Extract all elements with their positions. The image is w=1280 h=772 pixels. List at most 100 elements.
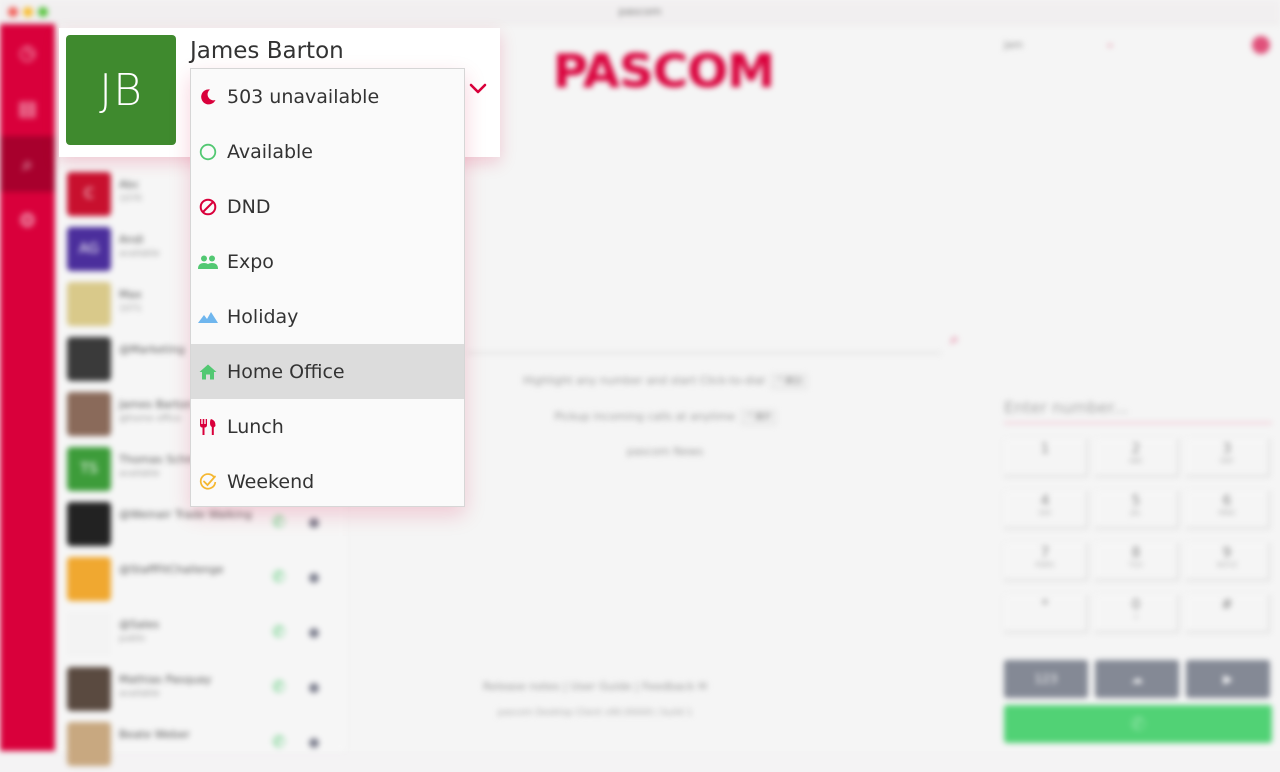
dial-key[interactable]: # <box>1186 595 1270 633</box>
sidebar-item-contacts[interactable]: ▤ <box>0 80 55 136</box>
more-options-icon[interactable] <box>309 628 319 638</box>
dial-key-digit: 6 <box>1222 493 1232 509</box>
dial-key[interactable]: * <box>1004 595 1088 633</box>
phone-icon[interactable]: ✆ <box>272 567 285 586</box>
contact-name: Beate Weber <box>119 728 190 741</box>
chevron-down-icon[interactable] <box>469 80 487 98</box>
search-icon[interactable]: ⌕ <box>950 329 959 349</box>
contact-name: @StaffFitChallenge <box>119 563 224 576</box>
dial-key[interactable]: 4 GHI <box>1004 491 1088 529</box>
contact-name: @Weinair Trade Walking <box>119 508 252 521</box>
contact-avatar <box>67 502 111 546</box>
contact-row[interactable]: Mathias Pasquay available ✆ <box>67 667 337 717</box>
sidebar-item-dashboard[interactable]: ◷ <box>0 24 55 80</box>
dial-key[interactable]: 3 DEF <box>1186 439 1270 477</box>
more-options-icon[interactable] <box>309 518 319 528</box>
home-icon <box>198 362 218 382</box>
cloud-button[interactable]: ☁ <box>1095 660 1179 698</box>
dial-key-digit: 4 <box>1040 493 1050 509</box>
circle-outline-icon <box>198 142 218 162</box>
avatar: JB <box>66 35 176 145</box>
footer-links[interactable]: Release notes | User Guide | Feedback ✉ <box>345 680 845 693</box>
people-icon <box>198 252 218 272</box>
prohibited-icon <box>198 197 218 217</box>
contact-avatar <box>67 612 111 656</box>
contact-name: @Sales <box>119 618 160 631</box>
status-option-503-unavailable[interactable]: 503 unavailable <box>191 69 464 124</box>
sidebar-item-settings[interactable]: ⚙ <box>0 192 55 248</box>
status-dropdown: 503 unavailable Available DND Expo Holid… <box>190 68 465 507</box>
phone-icon[interactable]: ✆ <box>272 622 285 641</box>
dial-key[interactable]: 0 + <box>1095 595 1179 633</box>
notification-dot[interactable] <box>1252 36 1270 54</box>
status-option-expo[interactable]: Expo <box>191 234 464 289</box>
dial-key-digit: * <box>1041 597 1049 613</box>
keypad-toggle-button[interactable]: 123 <box>1004 660 1088 698</box>
phone-icon[interactable]: ✆ <box>272 677 285 696</box>
status-option-available[interactable]: Available <box>191 124 464 179</box>
phone-icon: ✆ <box>1130 713 1146 735</box>
dial-key-letters: + <box>1133 613 1139 621</box>
contact-row[interactable]: @StaffFitChallenge ✆ <box>67 557 337 607</box>
sidebar: ◷ ▤ ⌕ ⚙ <box>0 24 55 751</box>
address-card-icon: ▤ <box>18 96 37 120</box>
contact-row[interactable]: @Weinair Trade Walking ✆ <box>67 502 337 552</box>
dialer-panel: Jam ⌄ Enter number... 1 2 ABC 3 DEF 4 GHI 5 JKL 6… <box>990 24 1280 751</box>
contact-avatar: TS <box>67 447 111 491</box>
contact-status: available <box>119 249 160 259</box>
top-user-label[interactable]: Jam <box>1004 40 1023 51</box>
dial-key[interactable]: 5 JKL <box>1095 491 1179 529</box>
search-icon: ⌕ <box>21 152 34 176</box>
dial-key-digit: 8 <box>1131 545 1141 561</box>
phone-icon[interactable]: ✆ <box>272 512 285 531</box>
call-button[interactable]: ✆ <box>1004 705 1272 743</box>
dial-key-letters: WXYZ <box>1216 561 1238 569</box>
more-options-icon[interactable] <box>309 683 319 693</box>
dial-key-letters: MNO <box>1218 509 1236 517</box>
status-option-lunch[interactable]: Lunch <box>191 399 464 454</box>
dial-key-letters: TUV <box>1128 561 1144 569</box>
contact-avatar <box>67 722 111 766</box>
dial-key-letters: DEF <box>1220 457 1234 465</box>
chevron-down-icon[interactable]: ⌄ <box>1105 36 1115 50</box>
gear-icon: ⚙ <box>18 208 37 232</box>
status-option-home-office[interactable]: Home Office <box>191 344 464 399</box>
dial-key[interactable]: 2 ABC <box>1095 439 1179 477</box>
contact-name: @Marketing <box>119 343 185 356</box>
dial-key[interactable]: 8 TUV <box>1095 543 1179 581</box>
dial-key[interactable]: 9 WXYZ <box>1186 543 1270 581</box>
status-option-dnd[interactable]: DND <box>191 179 464 234</box>
moon-icon <box>198 87 218 107</box>
pascom-logo: PASCOM <box>552 44 775 98</box>
window-title: pascom <box>618 5 662 18</box>
check-circle-icon <box>198 472 218 492</box>
dial-key[interactable]: 6 MNO <box>1186 491 1270 529</box>
video-button[interactable]: ▶ <box>1186 660 1270 698</box>
contact-status: 1070 <box>119 194 142 204</box>
app-window: pascom ◷ ▤ ⌕ ⚙ C Abc 1070 ✆ AG Andi available ✆… <box>0 0 1280 766</box>
contact-row[interactable]: @Sales public ✆ <box>67 612 337 662</box>
dial-key-letters: GHI <box>1038 509 1052 517</box>
contact-name: James Barton <box>119 398 193 411</box>
sidebar-item-search[interactable]: ⌕ <box>0 136 55 192</box>
number-input[interactable]: Enter number... <box>1004 394 1272 424</box>
contact-name: Andi <box>119 233 144 246</box>
contact-row[interactable]: Beate Weber ✆ <box>67 722 337 772</box>
dial-key-digit: 7 <box>1040 545 1050 561</box>
contact-status: available <box>119 469 160 479</box>
contact-avatar <box>67 667 111 711</box>
dial-key[interactable]: 1 <box>1004 439 1088 477</box>
contact-status: public <box>119 634 147 644</box>
search-field[interactable] <box>465 352 941 354</box>
dial-key[interactable]: 7 PQRS <box>1004 543 1088 581</box>
more-options-icon[interactable] <box>309 738 319 748</box>
contact-status: @home office <box>119 414 182 424</box>
user-name: James Barton <box>190 38 344 64</box>
status-option-weekend[interactable]: Weekend <box>191 454 464 509</box>
dial-key-letters: PQRS <box>1035 561 1055 569</box>
status-option-holiday[interactable]: Holiday <box>191 289 464 344</box>
dial-key-letters: ABC <box>1128 457 1144 465</box>
dial-key-digit: 9 <box>1222 545 1232 561</box>
more-options-icon[interactable] <box>309 573 319 583</box>
phone-icon[interactable]: ✆ <box>272 732 285 751</box>
